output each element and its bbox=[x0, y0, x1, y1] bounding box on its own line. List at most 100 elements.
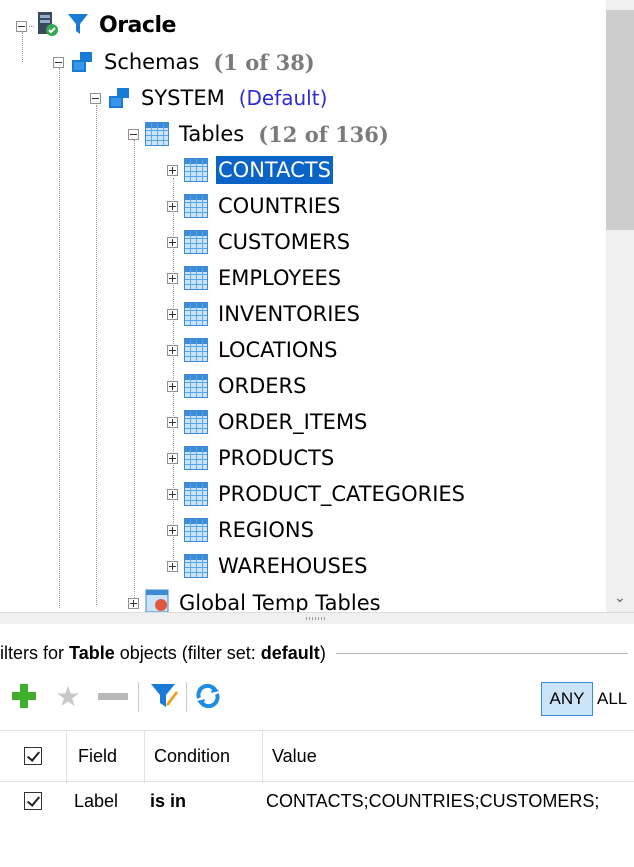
tree-node-system[interactable]: SYSTEM (Default) bbox=[90, 80, 327, 116]
plus-icon bbox=[12, 684, 36, 708]
remove-filter-button[interactable] bbox=[96, 680, 130, 712]
row-value[interactable]: CONTACTS;COUNTRIES;CUSTOMERS; bbox=[266, 782, 634, 820]
expand-toggle[interactable] bbox=[167, 308, 178, 320]
database-icon bbox=[37, 11, 59, 41]
table-icon bbox=[184, 266, 208, 290]
table-list-item[interactable]: COUNTRIES bbox=[167, 188, 342, 224]
column-divider bbox=[262, 731, 263, 783]
table-list-item[interactable]: CONTACTS bbox=[167, 152, 333, 188]
table-name-label: PRODUCTS bbox=[218, 446, 335, 470]
tree-node-oracle[interactable]: Oracle bbox=[16, 8, 178, 44]
expand-toggle[interactable] bbox=[167, 488, 178, 500]
table-name-label: PRODUCT_CATEGORIES bbox=[218, 482, 465, 506]
toolbar-separator bbox=[186, 682, 187, 712]
table-list-item[interactable]: LOCATIONS bbox=[167, 332, 339, 368]
tree-label: SYSTEM bbox=[141, 86, 225, 110]
expand-toggle[interactable] bbox=[128, 597, 139, 609]
expand-toggle[interactable] bbox=[167, 272, 178, 284]
column-header-condition[interactable]: Condition bbox=[154, 731, 230, 781]
table-list-item[interactable]: PRODUCTS bbox=[167, 440, 336, 476]
table-list-item[interactable]: INVENTORIES bbox=[167, 296, 362, 332]
table-name-label: CONTACTS bbox=[216, 156, 333, 184]
table-name-label: ORDER_ITEMS bbox=[218, 410, 368, 434]
row-checkbox[interactable] bbox=[24, 782, 42, 820]
filter-panel-header: ilters for Table objects (filter set: de… bbox=[0, 640, 634, 666]
collapse-toggle[interactable] bbox=[128, 128, 139, 140]
add-filter-button[interactable] bbox=[8, 680, 40, 712]
refresh-button[interactable] bbox=[190, 680, 226, 712]
table-icon bbox=[184, 410, 208, 434]
table-icon bbox=[184, 194, 208, 218]
table-list-item[interactable]: ORDER_ITEMS bbox=[167, 404, 369, 440]
table-name-label: COUNTRIES bbox=[218, 194, 341, 218]
collapse-toggle[interactable] bbox=[53, 56, 64, 68]
filter-edit-icon bbox=[151, 684, 178, 707]
header-checkbox[interactable] bbox=[24, 731, 42, 781]
tree-node-global-temp-tables[interactable]: Global Temp Tables bbox=[128, 585, 383, 612]
collapse-toggle[interactable] bbox=[16, 20, 27, 32]
expand-toggle[interactable] bbox=[167, 344, 178, 356]
column-divider bbox=[144, 731, 145, 783]
table-icon bbox=[184, 230, 208, 254]
row-condition[interactable]: is in bbox=[150, 782, 186, 820]
expand-toggle[interactable] bbox=[167, 200, 178, 212]
table-list-item[interactable]: REGIONS bbox=[167, 512, 316, 548]
table-count: (12 of 136) bbox=[258, 121, 389, 147]
table-name-label: ORDERS bbox=[218, 374, 307, 398]
tree-label: Oracle bbox=[99, 13, 176, 38]
expand-toggle[interactable] bbox=[167, 416, 178, 428]
table-name-label: EMPLOYEES bbox=[218, 266, 342, 290]
filter-header-suffix: ) bbox=[319, 642, 326, 663]
expand-toggle[interactable] bbox=[167, 164, 178, 176]
table-list-item[interactable]: PRODUCT_CATEGORIES bbox=[167, 476, 467, 512]
expand-toggle[interactable] bbox=[167, 524, 178, 536]
column-header-value[interactable]: Value bbox=[272, 731, 317, 781]
checkbox-icon bbox=[24, 747, 42, 765]
splitter-grip-icon[interactable] bbox=[306, 617, 326, 620]
app-window: Oracle Schemas (1 of 38) SYSTEM (Default… bbox=[0, 0, 634, 867]
expand-toggle[interactable] bbox=[167, 236, 178, 248]
table-icon bbox=[184, 338, 208, 362]
object-tree[interactable]: Oracle Schemas (1 of 38) SYSTEM (Default… bbox=[0, 0, 606, 612]
table-list-item[interactable]: ORDERS bbox=[167, 368, 308, 404]
filter-header-set: default bbox=[260, 642, 320, 663]
grid-header: Field Condition Value bbox=[0, 730, 634, 783]
star-icon: ★ bbox=[55, 679, 81, 713]
schema-icon bbox=[107, 87, 131, 109]
table-row[interactable]: Label is in CONTACTS;COUNTRIES;CUSTOMERS… bbox=[0, 782, 634, 820]
schema-count: (1 of 38) bbox=[213, 49, 315, 75]
table-icon bbox=[184, 518, 208, 542]
table-list-item[interactable]: EMPLOYEES bbox=[167, 260, 343, 296]
edit-filter-button[interactable] bbox=[146, 680, 182, 712]
row-field[interactable]: Label bbox=[74, 782, 118, 820]
table-name-label: REGIONS bbox=[218, 518, 314, 542]
table-name-label: CUSTOMERS bbox=[218, 230, 351, 254]
all-toggle-button[interactable]: ALL bbox=[597, 682, 634, 716]
table-icon bbox=[145, 122, 169, 146]
filter-header-prefix: ilters for bbox=[0, 642, 65, 663]
refresh-icon bbox=[196, 683, 220, 709]
header-divider bbox=[335, 652, 628, 654]
column-header-field[interactable]: Field bbox=[78, 731, 117, 781]
any-toggle-button[interactable]: ANY bbox=[541, 682, 593, 716]
collapse-toggle[interactable] bbox=[90, 92, 101, 104]
table-list-item[interactable]: CUSTOMERS bbox=[167, 224, 352, 260]
scrollbar-thumb[interactable] bbox=[606, 10, 634, 230]
filter-grid: Field Condition Value Label is in CONTAC… bbox=[0, 730, 634, 830]
table-icon bbox=[184, 482, 208, 506]
favorite-button[interactable]: ★ bbox=[52, 679, 84, 713]
filter-icon bbox=[67, 12, 89, 40]
tree-node-schemas[interactable]: Schemas (1 of 38) bbox=[53, 44, 315, 80]
tree-node-tables[interactable]: Tables (12 of 136) bbox=[128, 116, 389, 152]
scroll-down-icon[interactable]: ⌄ bbox=[614, 590, 626, 606]
filter-header-object: Table bbox=[69, 642, 115, 663]
expand-toggle[interactable] bbox=[167, 380, 178, 392]
tree-vertical-scrollbar[interactable]: ⌄ bbox=[606, 0, 634, 612]
table-icon bbox=[184, 302, 208, 326]
expand-toggle[interactable] bbox=[167, 452, 178, 464]
expand-toggle[interactable] bbox=[167, 560, 178, 572]
minus-icon bbox=[98, 692, 128, 700]
tree-label: Tables bbox=[179, 122, 245, 146]
table-list-item[interactable]: WAREHOUSES bbox=[167, 548, 369, 584]
panel-splitter[interactable] bbox=[0, 612, 634, 624]
